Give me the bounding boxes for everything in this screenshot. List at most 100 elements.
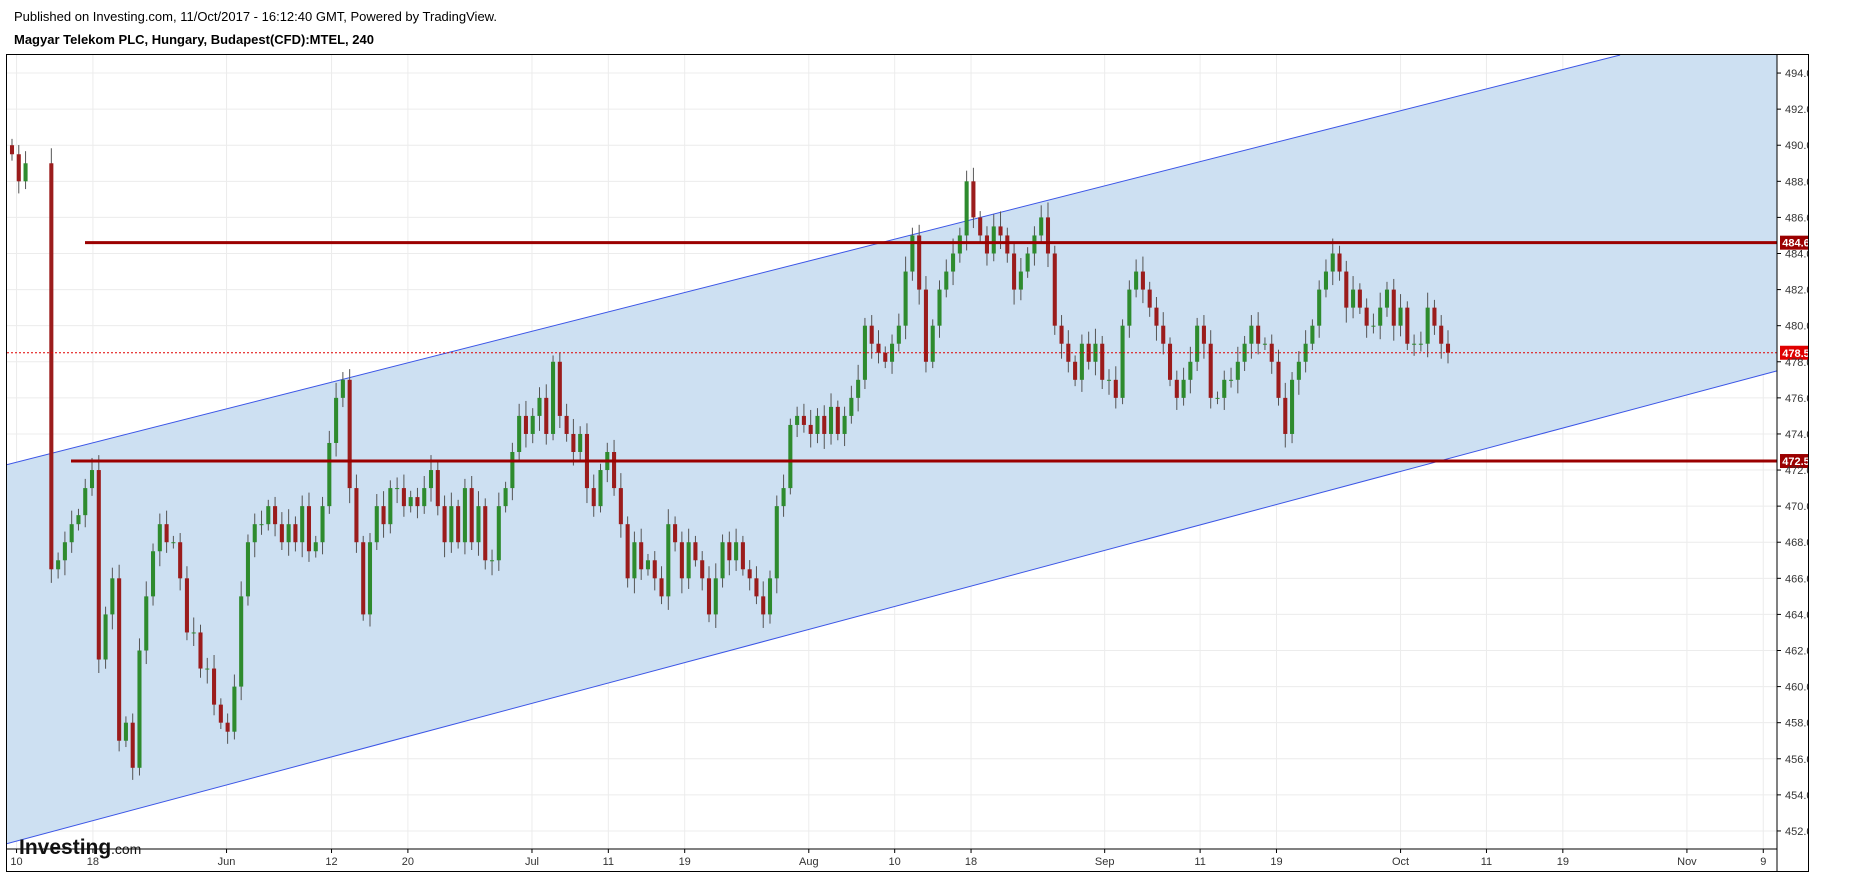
x-tick-label: Sep bbox=[1095, 856, 1115, 868]
candle-body bbox=[795, 415, 800, 425]
candle-body bbox=[930, 325, 935, 362]
candle-body bbox=[456, 506, 461, 543]
x-tick-label: Jul bbox=[525, 856, 539, 868]
candle-body bbox=[740, 542, 745, 570]
y-tick-label: 488.0 bbox=[1785, 176, 1808, 188]
candle-body bbox=[239, 596, 244, 687]
candle-body bbox=[896, 325, 901, 344]
candle-body bbox=[1208, 343, 1213, 398]
candle-body bbox=[957, 235, 962, 254]
y-tick-label: 460.0 bbox=[1785, 682, 1808, 694]
candle-body bbox=[9, 145, 15, 155]
candle-body bbox=[1134, 271, 1139, 290]
candle-body bbox=[1032, 235, 1037, 254]
candle-body bbox=[1195, 325, 1200, 362]
candle-body bbox=[801, 415, 806, 425]
candle-body bbox=[1154, 307, 1159, 326]
candle-body bbox=[205, 668, 210, 670]
candle-body bbox=[1188, 361, 1193, 380]
candle-body bbox=[157, 524, 162, 552]
candle-body bbox=[727, 542, 732, 561]
candle-body bbox=[523, 415, 528, 434]
candle-body bbox=[876, 343, 881, 353]
candle-body bbox=[415, 497, 420, 507]
candle-body bbox=[1439, 325, 1444, 344]
y-tick-label: 462.0 bbox=[1785, 646, 1808, 658]
candle-body bbox=[1357, 289, 1362, 308]
candle-body bbox=[164, 524, 169, 543]
candle-body bbox=[1181, 379, 1186, 398]
candle-body bbox=[96, 470, 101, 660]
candle-body bbox=[489, 560, 495, 562]
candle-body bbox=[16, 154, 21, 182]
candle-body bbox=[530, 415, 535, 434]
y-tick-label: 466.0 bbox=[1785, 573, 1808, 585]
candle-body bbox=[652, 560, 657, 579]
candle-body bbox=[571, 433, 576, 452]
y-tick-label: 454.0 bbox=[1785, 790, 1808, 802]
candle-body bbox=[1215, 397, 1220, 399]
candle-body bbox=[69, 524, 74, 543]
x-tick-label: Aug bbox=[799, 856, 819, 868]
candle-body bbox=[612, 452, 617, 489]
candle-body bbox=[822, 415, 827, 434]
y-tick-label: 474.0 bbox=[1785, 429, 1808, 441]
candle-body bbox=[110, 578, 115, 615]
candle-body bbox=[1079, 343, 1084, 380]
candle-body bbox=[266, 506, 271, 525]
candle-body bbox=[1249, 325, 1254, 344]
candle-body bbox=[666, 524, 671, 597]
candle-body bbox=[401, 488, 406, 507]
candle-body bbox=[76, 515, 81, 525]
candle-body bbox=[232, 686, 237, 732]
candle-body bbox=[435, 470, 440, 507]
candle-body bbox=[856, 379, 861, 398]
candle-body bbox=[449, 506, 454, 543]
candle-body bbox=[1106, 379, 1112, 381]
candle-body bbox=[679, 542, 684, 579]
candle-body bbox=[1005, 235, 1010, 254]
candle-body bbox=[1412, 343, 1417, 345]
candle-body bbox=[354, 488, 359, 543]
candle-body bbox=[767, 578, 773, 615]
candle-body bbox=[720, 542, 725, 579]
candle-body bbox=[618, 488, 623, 525]
candle-body bbox=[422, 488, 427, 507]
price-chart[interactable]: 484.6472.5478.5 452.0454.0456.0458.0460.… bbox=[7, 55, 1808, 871]
x-tick-label: Nov bbox=[1677, 856, 1697, 868]
candle-body bbox=[144, 596, 149, 651]
candle-body bbox=[774, 506, 779, 579]
x-tick-label: 11 bbox=[1481, 856, 1492, 868]
candle-body bbox=[632, 542, 637, 579]
candle-body bbox=[320, 506, 325, 543]
candle-body bbox=[340, 379, 345, 398]
candle-body bbox=[293, 524, 298, 543]
candle-body bbox=[1018, 271, 1023, 290]
y-tick-label: 464.0 bbox=[1785, 609, 1808, 621]
candle-body bbox=[1425, 307, 1430, 344]
candle-body bbox=[1045, 217, 1051, 254]
candle-body bbox=[883, 352, 888, 362]
candle-body bbox=[103, 614, 108, 660]
candle-body bbox=[734, 542, 739, 561]
candle-body bbox=[273, 506, 278, 525]
candle-body bbox=[1384, 289, 1390, 308]
candle-body bbox=[544, 397, 549, 434]
y-tick-label: 492.0 bbox=[1785, 104, 1808, 116]
candle-body bbox=[1330, 253, 1335, 272]
candle-body bbox=[1445, 343, 1451, 353]
candle-body bbox=[964, 181, 969, 236]
candle-body bbox=[781, 488, 786, 507]
candle-body bbox=[1073, 361, 1078, 380]
y-tick-label: 486.0 bbox=[1785, 212, 1808, 224]
chart-frame[interactable]: 484.6472.5478.5 452.0454.0456.0458.0460.… bbox=[6, 54, 1809, 872]
candle-body bbox=[1310, 325, 1315, 344]
candle-body bbox=[517, 415, 522, 452]
candle-body bbox=[1113, 379, 1118, 398]
candle-body bbox=[1317, 289, 1322, 326]
x-tick-label: 11 bbox=[603, 856, 614, 868]
candle-body bbox=[313, 542, 318, 552]
candle-body bbox=[578, 433, 583, 452]
candle-body bbox=[483, 506, 488, 561]
candle-body bbox=[937, 289, 942, 326]
